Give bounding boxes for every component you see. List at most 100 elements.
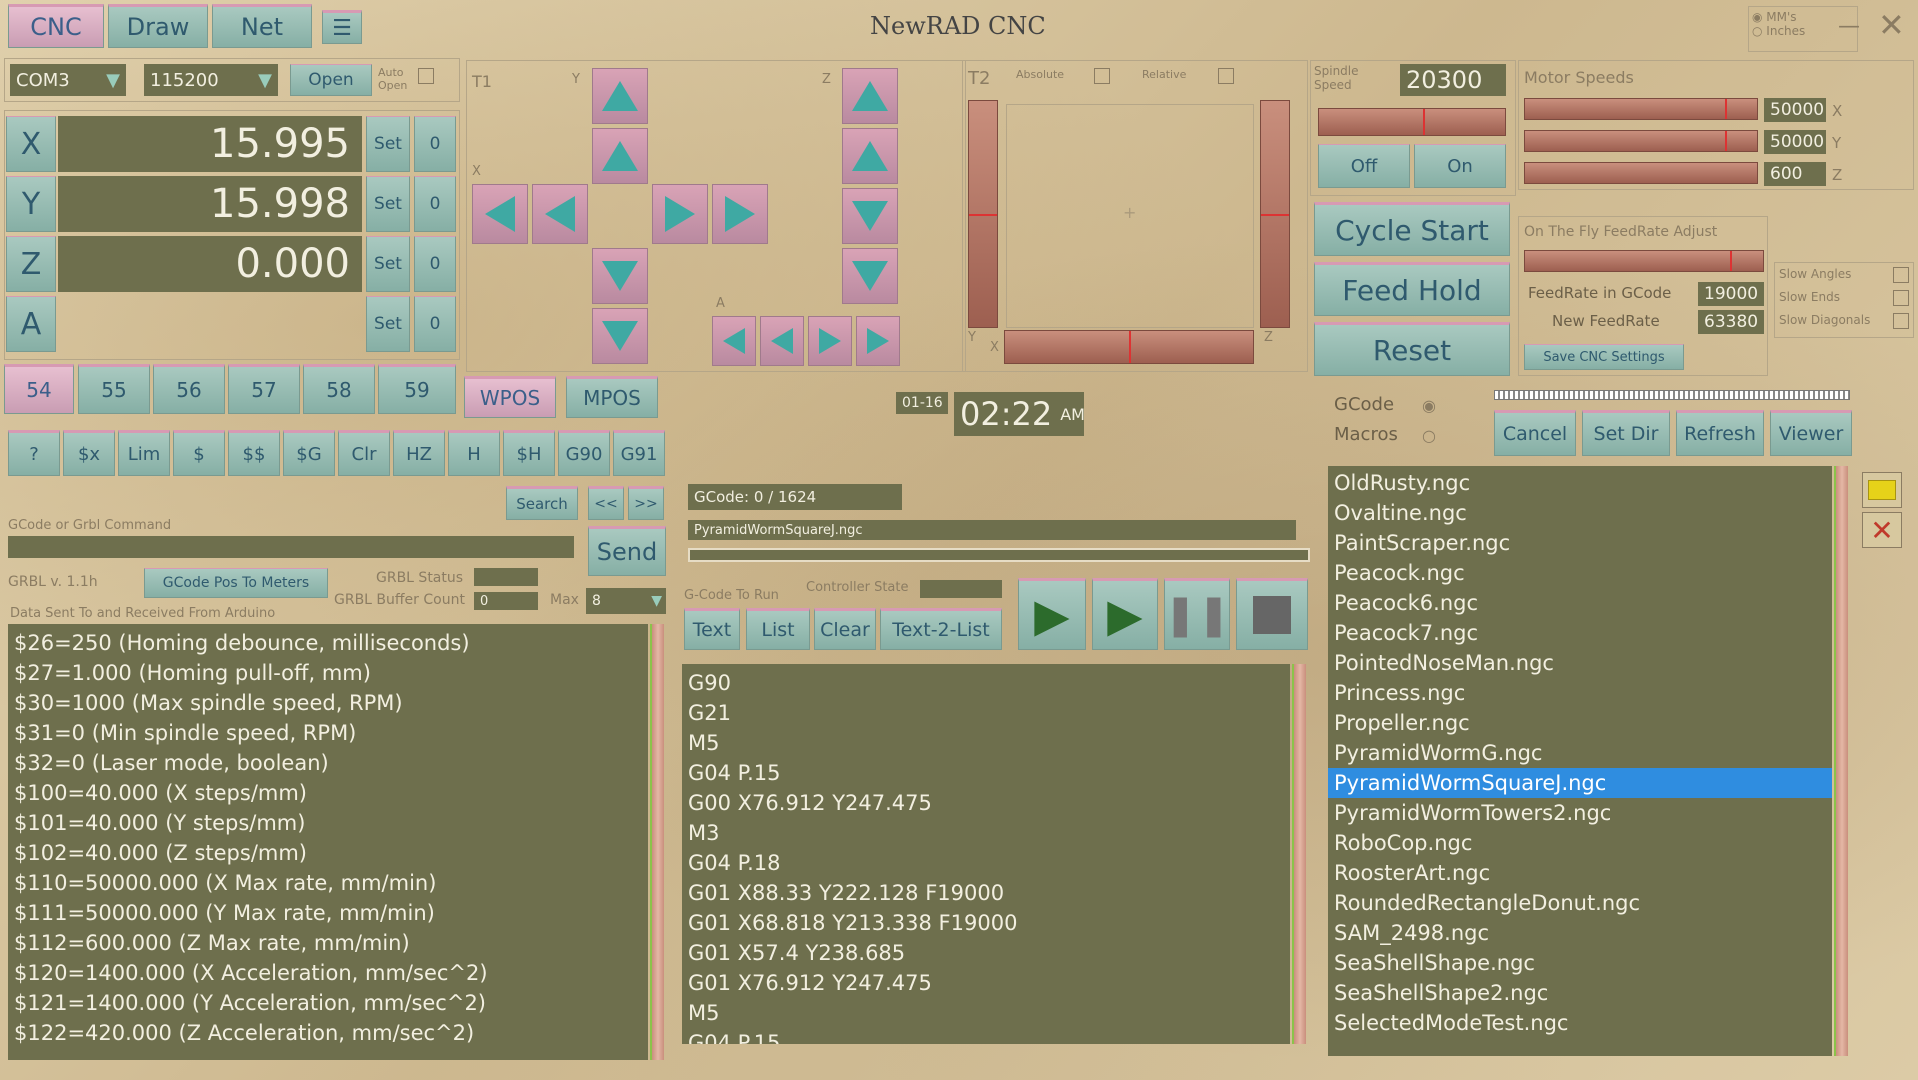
save-cnc-settings-button[interactable]: Save CNC Settings: [1524, 344, 1684, 370]
spindle-on-button[interactable]: On: [1414, 144, 1506, 188]
cmd-clr-button[interactable]: Clr: [338, 430, 390, 476]
search-prev-button[interactable]: <<: [588, 486, 624, 520]
run-fast-button[interactable]: ▶: [1018, 578, 1086, 650]
auto-open-checkbox[interactable]: [418, 68, 434, 84]
jog-x-minus-button[interactable]: [532, 184, 588, 244]
jog-x-plus-button[interactable]: [652, 184, 708, 244]
file-item[interactable]: SeaShellShape.ngc: [1328, 948, 1832, 978]
port-select[interactable]: COM3 ▼: [10, 64, 126, 96]
jog-y-plus-fast-button[interactable]: [592, 68, 648, 124]
cmd-h-button[interactable]: H: [448, 430, 500, 476]
file-item[interactable]: RoboCop.ngc: [1328, 828, 1832, 858]
gcode-line[interactable]: M5: [682, 728, 1290, 758]
jog-x-plus-fast-button[interactable]: [712, 184, 768, 244]
axis-z-label[interactable]: Z: [6, 236, 56, 292]
jog-a-plus-button[interactable]: [808, 316, 852, 366]
jog-z-plus-fast-button[interactable]: [842, 68, 898, 124]
file-item[interactable]: PointedNoseMan.ngc: [1328, 648, 1832, 678]
slow-diagonals-option[interactable]: Slow Diagonals: [1779, 313, 1909, 336]
gcode-line[interactable]: G04 P.18: [682, 848, 1290, 878]
gcode-line[interactable]: G90: [682, 668, 1290, 698]
jog-a-plus-fast-button[interactable]: [856, 316, 900, 366]
folder-button[interactable]: [1862, 472, 1902, 508]
jog-z-plus-button[interactable]: [842, 128, 898, 184]
axis-a-label[interactable]: A: [6, 296, 56, 352]
file-item[interactable]: SelectedModeTest.ngc: [1328, 1008, 1832, 1038]
wcs-56-button[interactable]: 56: [153, 364, 225, 414]
file-item[interactable]: Ovaltine.ngc: [1328, 498, 1832, 528]
slow-angles-checkbox[interactable]: [1893, 267, 1909, 283]
send-button[interactable]: Send: [588, 526, 666, 576]
cmd-lim-button[interactable]: Lim: [118, 430, 170, 476]
feed-hold-button[interactable]: Feed Hold: [1314, 262, 1510, 316]
t2-x-slider[interactable]: [1004, 330, 1254, 364]
t2-relative-checkbox[interactable]: [1218, 68, 1234, 84]
gcode-line[interactable]: G21: [682, 698, 1290, 728]
console-output[interactable]: $26=250 (Homing debounce, milliseconds) $…: [8, 624, 648, 1060]
spindle-off-button[interactable]: Off: [1318, 144, 1410, 188]
slow-ends-option[interactable]: Slow Ends: [1779, 290, 1909, 313]
file-item[interactable]: Peacock6.ngc: [1328, 588, 1832, 618]
cmd-hz-button[interactable]: HZ: [393, 430, 445, 476]
motor-y-slider[interactable]: [1524, 130, 1758, 152]
motor-x-slider[interactable]: [1524, 98, 1758, 120]
file-item[interactable]: RoundedRectangleDonut.ngc: [1328, 888, 1832, 918]
stop-button[interactable]: [1236, 578, 1308, 650]
gcode-line[interactable]: M5: [682, 998, 1290, 1028]
cmd-home-button[interactable]: $H: [503, 430, 555, 476]
axis-a-zero-button[interactable]: 0: [414, 296, 456, 352]
file-item[interactable]: PyramidWormG.ngc: [1328, 738, 1832, 768]
gcode-line[interactable]: G04 P.15: [682, 758, 1290, 788]
pause-button[interactable]: ❚❚: [1163, 578, 1231, 650]
t2-z-slider[interactable]: [1260, 100, 1290, 328]
gcode-line[interactable]: G04 P.15: [682, 1028, 1290, 1044]
jog-a-minus-button[interactable]: [760, 316, 804, 366]
file-item[interactable]: Peacock7.ngc: [1328, 618, 1832, 648]
cmd-x-button[interactable]: $x: [63, 430, 115, 476]
gcode-clear-button[interactable]: Clear: [814, 608, 876, 650]
file-item[interactable]: OldRusty.ngc: [1328, 468, 1832, 498]
jog-y-minus-fast-button[interactable]: [592, 308, 648, 364]
spindle-speed-slider[interactable]: [1318, 108, 1506, 136]
axis-x-set-button[interactable]: Set: [366, 116, 410, 172]
max-select[interactable]: 8 ▼: [586, 588, 666, 614]
viewer-button[interactable]: Viewer: [1770, 410, 1852, 456]
axis-a-set-button[interactable]: Set: [366, 296, 410, 352]
gcode-line[interactable]: M3: [682, 818, 1290, 848]
gcode-pos-to-meters-button[interactable]: GCode Pos To Meters: [144, 568, 328, 598]
wcs-59-button[interactable]: 59: [378, 364, 456, 414]
console-scrollbar[interactable]: [650, 624, 664, 1060]
file-list[interactable]: OldRusty.ngc Ovaltine.ngc PaintScraper.ngc…: [1328, 466, 1832, 1056]
jog-x-minus-fast-button[interactable]: [472, 184, 528, 244]
slow-ends-checkbox[interactable]: [1893, 290, 1909, 306]
refresh-button[interactable]: Refresh: [1676, 410, 1764, 456]
jog-z-minus-button[interactable]: [842, 188, 898, 244]
macros-radio[interactable]: ○: [1422, 426, 1436, 445]
wpos-button[interactable]: WPOS: [464, 376, 556, 418]
axis-z-zero-button[interactable]: 0: [414, 236, 456, 292]
jog-y-plus-button[interactable]: [592, 128, 648, 184]
jog-z-minus-fast-button[interactable]: [842, 248, 898, 304]
cancel-button[interactable]: Cancel: [1494, 410, 1576, 456]
axis-x-label[interactable]: X: [6, 116, 56, 172]
axis-z-set-button[interactable]: Set: [366, 236, 410, 292]
file-item[interactable]: PyramidWormTowers2.ngc: [1328, 798, 1832, 828]
delete-file-button[interactable]: ✕: [1862, 512, 1902, 548]
t2-absolute-checkbox[interactable]: [1094, 68, 1110, 84]
axis-y-set-button[interactable]: Set: [366, 176, 410, 232]
gcode-scrollbar[interactable]: [1292, 664, 1306, 1044]
cmd-g90-button[interactable]: G90: [558, 430, 610, 476]
file-item[interactable]: PyramidWormSquareJ.ngc: [1328, 768, 1832, 798]
file-item[interactable]: PaintScraper.ngc: [1328, 528, 1832, 558]
file-item[interactable]: Propeller.ngc: [1328, 708, 1832, 738]
t2-y-slider[interactable]: [968, 100, 998, 328]
t2-touchpad[interactable]: +: [1006, 104, 1254, 328]
search-button[interactable]: Search: [506, 486, 578, 520]
open-button[interactable]: Open: [290, 64, 372, 96]
tab-draw[interactable]: Draw: [108, 4, 208, 48]
wcs-55-button[interactable]: 55: [78, 364, 150, 414]
minimize-icon[interactable]: —: [1838, 14, 1860, 39]
tab-cnc[interactable]: CNC: [8, 4, 104, 48]
gcode-radio[interactable]: ◉: [1422, 396, 1436, 415]
mpos-button[interactable]: MPOS: [566, 376, 658, 418]
